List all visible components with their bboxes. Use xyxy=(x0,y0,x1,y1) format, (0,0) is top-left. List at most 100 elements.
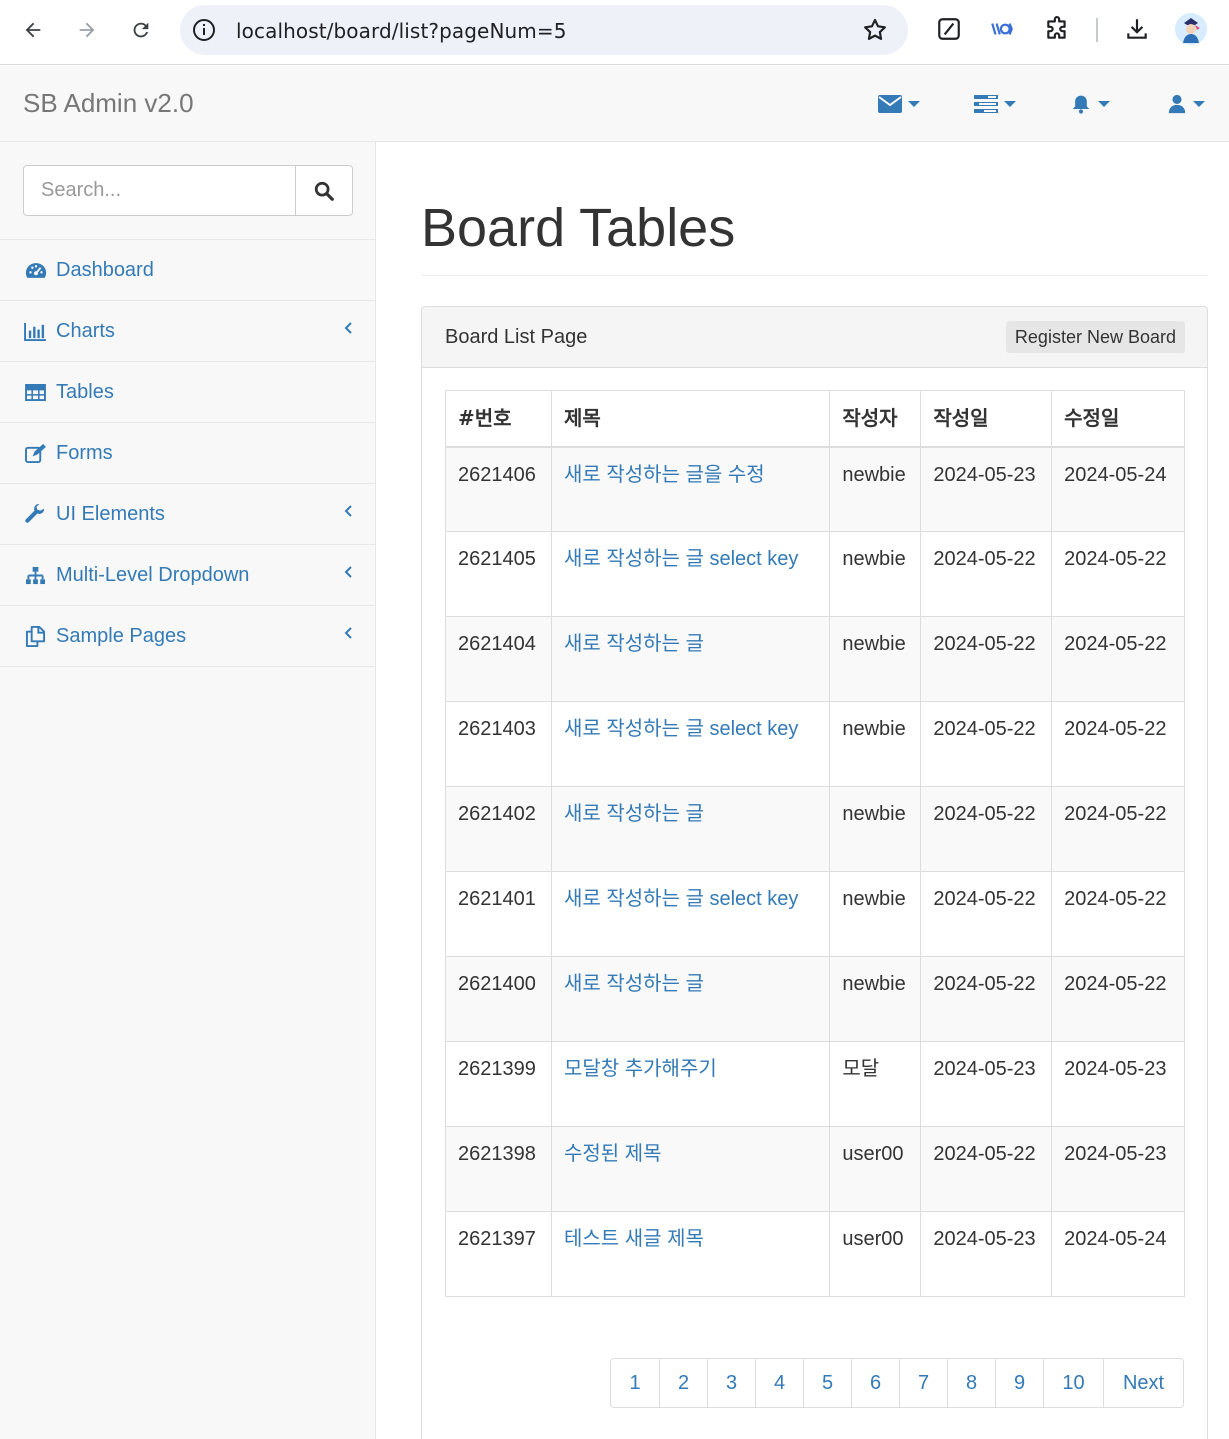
back-arrow-icon xyxy=(25,22,41,38)
forward-button[interactable] xyxy=(69,12,105,48)
cell-writer: user00 xyxy=(829,1211,922,1297)
page-link[interactable]: 6 xyxy=(851,1359,899,1407)
board-panel: Board List Page Register New Board #번호 제… xyxy=(421,306,1208,1439)
panel-title: Board List Page xyxy=(445,326,588,348)
column-header-regdate: 작성일 xyxy=(920,390,1053,448)
sidebar-item-multi-level-dropdown[interactable]: Multi-Level Dropdown xyxy=(0,545,375,606)
chevron-down-icon xyxy=(1193,101,1205,107)
next-page-button[interactable]: Next xyxy=(1103,1359,1183,1407)
download-icon xyxy=(1127,19,1147,39)
sidebar-item-sample-pages[interactable]: Sample Pages xyxy=(0,606,375,667)
page-link[interactable]: 5 xyxy=(803,1359,851,1407)
pagination: 1 2 3 4 5 6 7 8 9 10 Next xyxy=(610,1358,1184,1408)
board-title-link[interactable]: 새로 작성하는 글 xyxy=(564,973,704,995)
browser-toolbar: localhost/board/list?pageNum=5 xyxy=(0,0,1229,65)
cell-title: 새로 작성하는 글 select key xyxy=(550,531,831,617)
register-new-board-button[interactable]: Register New Board xyxy=(1005,321,1185,353)
page-link[interactable]: 4 xyxy=(755,1359,803,1407)
cell-title: 테스트 새글 제목 xyxy=(550,1211,831,1297)
search-button[interactable] xyxy=(295,165,353,216)
cell-regdate: 2024-05-22 xyxy=(920,531,1053,617)
page-link[interactable]: 2 xyxy=(659,1359,707,1407)
board-title-link[interactable]: 새로 작성하는 글 xyxy=(564,633,704,655)
table-row: 2621398 수정된 제목 user00 2024-05-22 2024-05-23 xyxy=(445,1126,1185,1212)
page-link[interactable]: 1 xyxy=(611,1359,659,1407)
cell-updatedate: 2024-05-24 xyxy=(1051,1211,1185,1297)
bookmark-star-icon[interactable] xyxy=(862,17,888,43)
cell-title: 새로 작성하는 글을 수정 xyxy=(550,446,831,532)
page-link[interactable]: 8 xyxy=(947,1359,995,1407)
cell-regdate: 2024-05-23 xyxy=(920,1211,1053,1297)
table-row: 2621405 새로 작성하는 글 select key newbie 2024-05… xyxy=(445,531,1185,617)
board-title-link[interactable]: 새로 작성하는 글 select key xyxy=(564,548,798,570)
chevron-left-icon xyxy=(344,505,352,517)
url-text[interactable]: localhost/board/list?pageNum=5 xyxy=(236,19,567,43)
user-icon xyxy=(1168,94,1186,114)
sidebar-item-label: Tables xyxy=(56,380,114,403)
cell-regdate: 2024-05-22 xyxy=(920,1126,1053,1212)
alerts-dropdown[interactable] xyxy=(1070,92,1110,116)
cell-regdate: 2024-05-23 xyxy=(920,1041,1053,1127)
address-bar[interactable]: localhost/board/list?pageNum=5 xyxy=(180,5,908,55)
sidebar-item-label: UI Elements xyxy=(56,502,165,525)
page-link[interactable]: 10 xyxy=(1043,1359,1103,1407)
user-dropdown[interactable] xyxy=(1167,92,1205,116)
search-input[interactable] xyxy=(23,165,296,216)
sidebar-item-label: Sample Pages xyxy=(56,624,187,647)
sitemap-icon xyxy=(24,564,47,587)
column-header-updatedate: 수정일 xyxy=(1051,390,1185,448)
cell-writer: newbie xyxy=(829,446,922,532)
cell-regdate: 2024-05-22 xyxy=(920,786,1053,872)
sidebar-item-charts[interactable]: Charts xyxy=(0,301,375,362)
table-row: 2621401 새로 작성하는 글 select key newbie 2024-05… xyxy=(445,871,1185,957)
edit-icon xyxy=(24,442,47,465)
chevron-left-icon xyxy=(344,566,352,578)
messages-dropdown[interactable] xyxy=(878,92,920,116)
page-title: Board Tables xyxy=(421,198,736,258)
profile-avatar[interactable] xyxy=(1175,13,1207,45)
board-table: #번호 제목 작성자 작성일 수정일 2621406 새로 작성하는 글을 수정 n… xyxy=(445,390,1185,1297)
brand-logo[interactable]: SB Admin v2.0 xyxy=(23,88,194,119)
page-link[interactable]: 7 xyxy=(899,1359,947,1407)
table-row: 2621399 모달창 추가해주기 모달 2024-05-23 2024-05-23 xyxy=(445,1041,1185,1127)
downloads-button[interactable] xyxy=(1122,14,1152,44)
extension-2-button[interactable] xyxy=(987,14,1017,44)
cell-updatedate: 2024-05-22 xyxy=(1051,531,1185,617)
cell-writer: newbie xyxy=(829,701,922,787)
board-title-link[interactable]: 테스트 새글 제목 xyxy=(564,1228,704,1250)
tasks-dropdown[interactable] xyxy=(974,92,1016,116)
cell-title: 새로 작성하는 글 xyxy=(550,616,831,702)
cell-title: 수정된 제목 xyxy=(550,1126,831,1212)
cell-updatedate: 2024-05-23 xyxy=(1051,1126,1185,1212)
bar-chart-icon xyxy=(24,320,47,343)
cell-number: 2621397 xyxy=(445,1211,552,1297)
cell-number: 2621400 xyxy=(445,956,552,1042)
board-title-link[interactable]: 모달창 추가해주기 xyxy=(564,1058,717,1080)
page-link[interactable]: 3 xyxy=(707,1359,755,1407)
board-title-link[interactable]: 새로 작성하는 글 select key xyxy=(564,888,798,910)
board-title-link[interactable]: 새로 작성하는 글 xyxy=(564,803,704,825)
info-icon[interactable] xyxy=(192,18,216,42)
table-row: 2621403 새로 작성하는 글 select key newbie 2024-05… xyxy=(445,701,1185,787)
chevron-down-icon xyxy=(908,101,920,107)
sidebar-item-ui-elements[interactable]: UI Elements xyxy=(0,484,375,545)
panel-heading: Board List Page Register New Board xyxy=(422,307,1207,368)
board-title-link[interactable]: 수정된 제목 xyxy=(564,1143,662,1165)
board-title-link[interactable]: 새로 작성하는 글을 수정 xyxy=(564,464,765,486)
forward-arrow-icon xyxy=(79,22,95,38)
extensions-button[interactable] xyxy=(1042,14,1072,44)
sidebar-item-label: Charts xyxy=(56,319,115,342)
sidebar-item-tables[interactable]: Tables xyxy=(0,362,375,423)
envelope-icon xyxy=(878,95,902,113)
sidebar-item-forms[interactable]: Forms xyxy=(0,423,375,484)
reload-button[interactable] xyxy=(123,12,159,48)
cell-writer: newbie xyxy=(829,956,922,1042)
cell-number: 2621405 xyxy=(445,531,552,617)
back-button[interactable] xyxy=(15,12,51,48)
puzzle-icon xyxy=(1047,16,1066,39)
sidebar-item-dashboard[interactable]: Dashboard xyxy=(0,240,375,301)
cell-number: 2621398 xyxy=(445,1126,552,1212)
page-link[interactable]: 9 xyxy=(995,1359,1043,1407)
extension-1-button[interactable] xyxy=(934,14,964,44)
board-title-link[interactable]: 새로 작성하는 글 select key xyxy=(564,718,798,740)
